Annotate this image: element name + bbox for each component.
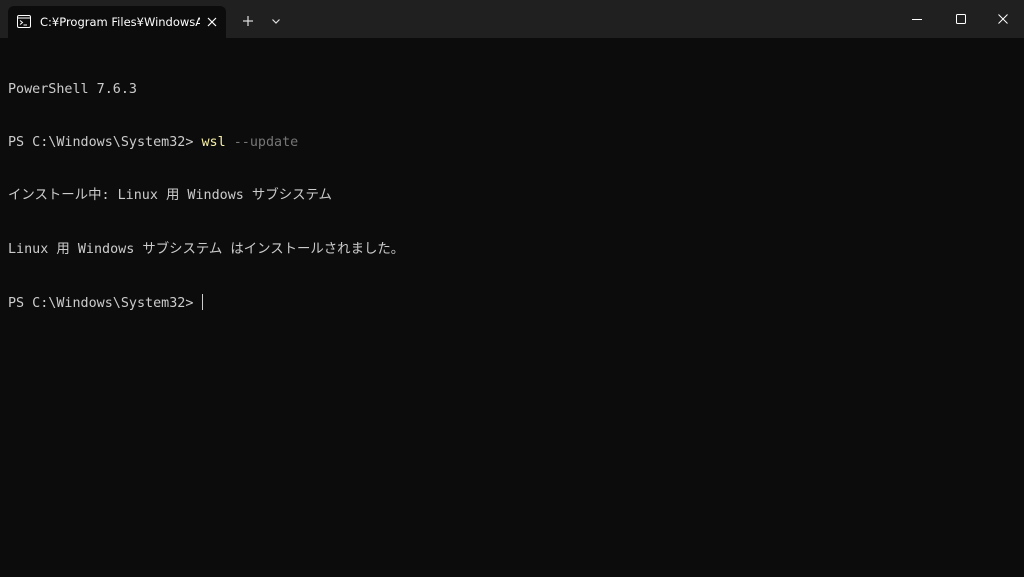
plus-icon xyxy=(243,16,253,26)
command-args: --update xyxy=(225,134,299,150)
terminal-line: PowerShell 7.6.3 xyxy=(8,81,137,97)
minimize-button[interactable] xyxy=(894,0,940,38)
title-bar[interactable]: C:¥Program Files¥WindowsAp xyxy=(0,0,1024,38)
tab-active[interactable]: C:¥Program Files¥WindowsAp xyxy=(8,6,226,38)
terminal-line: PS C:\Windows\System32> wsl --update xyxy=(8,134,1016,152)
tab-close-icon[interactable] xyxy=(204,14,220,30)
text-cursor xyxy=(202,294,204,311)
terminal-output[interactable]: PowerShell 7.6.3 PS C:\Windows\System32>… xyxy=(0,38,1024,577)
terminal-line: インストール中: Linux 用 Windows サブシステム xyxy=(8,188,332,204)
close-icon xyxy=(998,14,1008,24)
terminal-window: C:¥Program Files¥WindowsAp PowerShell 7.… xyxy=(0,0,1024,577)
tab-dropdown-button[interactable] xyxy=(266,11,286,31)
maximize-icon xyxy=(956,14,966,24)
prompt: PS C:\Windows\System32> xyxy=(8,296,202,312)
new-tab-button[interactable] xyxy=(238,11,258,31)
tab-title: C:¥Program Files¥WindowsAp xyxy=(40,15,200,29)
maximize-button[interactable] xyxy=(938,0,984,38)
minimize-icon xyxy=(912,19,922,20)
close-button[interactable] xyxy=(980,0,1024,38)
command-name: wsl xyxy=(201,134,226,150)
chevron-down-icon xyxy=(272,19,280,24)
terminal-line: Linux 用 Windows サブシステム はインストールされました。 xyxy=(8,241,405,257)
terminal-line[interactable]: PS C:\Windows\System32> xyxy=(8,294,1016,312)
terminal-icon xyxy=(17,15,31,28)
prompt: PS C:\Windows\System32> xyxy=(8,134,202,150)
